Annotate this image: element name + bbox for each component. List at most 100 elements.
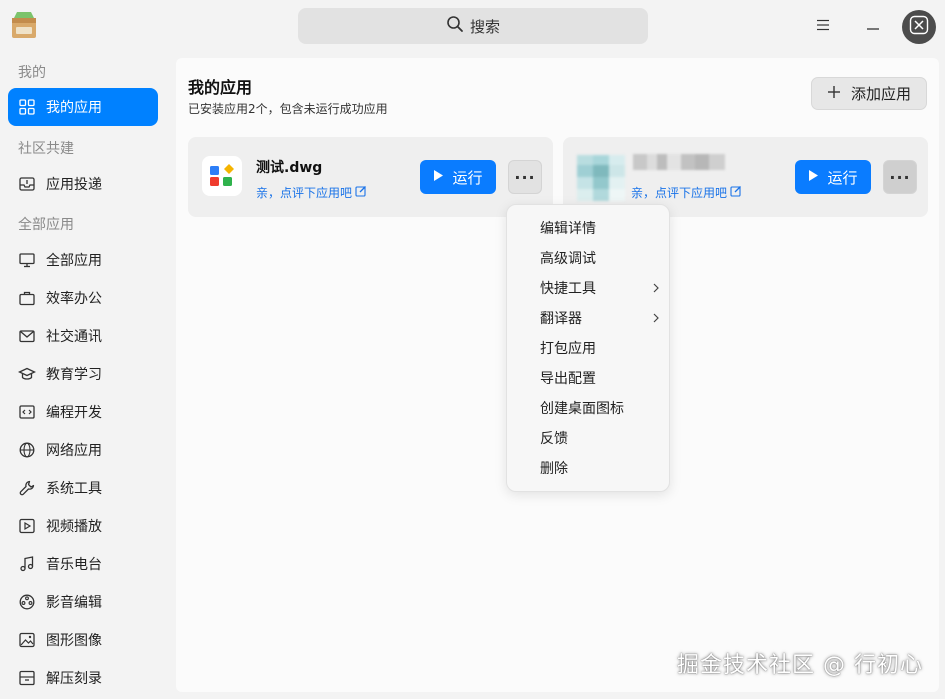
- sidebar-item-label: 图形图像: [46, 633, 102, 649]
- menu-item-advanced-debug[interactable]: 高级调试: [507, 243, 669, 273]
- sidebar-item-label: 解压刻录: [46, 671, 102, 687]
- sidebar-item-music[interactable]: 音乐电台: [8, 545, 158, 583]
- sidebar-item-programming[interactable]: 编程开发: [8, 393, 158, 431]
- menu-item-delete[interactable]: 删除: [507, 453, 669, 483]
- run-label: 运行: [452, 168, 483, 187]
- globe-icon: [19, 442, 35, 458]
- menu-item-label: 反馈: [540, 431, 568, 447]
- menu-item-create-desktop-icon[interactable]: 创建桌面图标: [507, 393, 669, 423]
- close-button[interactable]: [902, 10, 936, 44]
- code-icon: [19, 405, 35, 419]
- menu-item-translator[interactable]: 翻译器: [507, 303, 669, 333]
- search-icon: [446, 15, 464, 37]
- play-icon: [19, 518, 35, 534]
- sidebar-item-label: 视频播放: [46, 519, 102, 535]
- music-icon: [20, 556, 34, 572]
- run-button[interactable]: 运行: [420, 160, 496, 194]
- sidebar-item-my-apps[interactable]: 我的应用: [8, 88, 158, 126]
- play-icon: [808, 168, 819, 186]
- app-card: 测试.dwg 亲，点评下应用吧 运行 ···: [188, 137, 553, 217]
- app-store-icon: [10, 10, 38, 40]
- chevron-right-icon: [651, 280, 661, 296]
- more-options-button[interactable]: ···: [883, 160, 917, 194]
- add-app-label: 添加应用: [850, 85, 911, 103]
- page-title: 我的应用: [188, 78, 253, 97]
- menu-icon: [816, 16, 830, 35]
- sidebar-item-label: 我的应用: [46, 100, 102, 116]
- menu-item-label: 删除: [540, 461, 568, 477]
- app-icon: [202, 156, 242, 196]
- minimize-button[interactable]: [860, 12, 886, 38]
- app-icon-obscured: [577, 155, 625, 201]
- image-icon: [19, 632, 35, 648]
- menu-item-label: 翻译器: [540, 311, 582, 327]
- sidebar-item-label: 教育学习: [46, 367, 102, 383]
- sidebar-item-graphics[interactable]: 图形图像: [8, 621, 158, 659]
- app-name: 测试.dwg: [256, 160, 323, 176]
- watermark: 掘金技术社区 @ 行初心: [677, 653, 923, 678]
- sidebar-item-label: 效率办公: [46, 291, 102, 307]
- sidebar-item-label: 音乐电台: [46, 557, 102, 573]
- sidebar-item-archive[interactable]: 解压刻录: [8, 659, 158, 697]
- sidebar-item-submit-app[interactable]: 应用投递: [8, 165, 158, 203]
- sidebar-item-video[interactable]: 视频播放: [8, 507, 158, 545]
- wrench-icon: [19, 480, 35, 496]
- run-button[interactable]: 运行: [795, 160, 871, 194]
- menu-item-label: 导出配置: [540, 371, 596, 387]
- briefcase-icon: [19, 291, 35, 306]
- chevron-right-icon: [651, 310, 661, 326]
- menu-item-label: 高级调试: [540, 251, 596, 267]
- menu-button[interactable]: [810, 12, 836, 38]
- context-menu: 编辑详情 高级调试 快捷工具 翻译器 打包应用 导出配置 创建桌面图标 反馈 删…: [506, 204, 670, 492]
- sidebar-item-network[interactable]: 网络应用: [8, 431, 158, 469]
- menu-item-label: 创建桌面图标: [540, 401, 624, 417]
- add-app-button[interactable]: 添加应用: [811, 77, 927, 110]
- menu-item-export-config[interactable]: 导出配置: [507, 363, 669, 393]
- archive-icon: [19, 670, 35, 686]
- rate-app-label: 亲，点评下应用吧: [256, 186, 353, 200]
- section-label-all-apps: 全部应用: [18, 217, 74, 233]
- sidebar-item-education[interactable]: 教育学习: [8, 355, 158, 393]
- sidebar-item-office[interactable]: 效率办公: [8, 279, 158, 317]
- inbox-icon: [19, 177, 35, 191]
- section-label-community: 社区共建: [18, 141, 74, 157]
- play-icon: [433, 168, 444, 186]
- app-name-obscured: [633, 154, 725, 170]
- menu-item-shortcut-tools[interactable]: 快捷工具: [507, 273, 669, 303]
- more-options-button[interactable]: ···: [508, 160, 542, 194]
- sidebar-item-label: 系统工具: [46, 481, 102, 497]
- sidebar-item-label: 影音编辑: [46, 595, 102, 611]
- section-label-mine: 我的: [18, 65, 46, 81]
- menu-item-feedback[interactable]: 反馈: [507, 423, 669, 453]
- sidebar-item-media-editing[interactable]: 影音编辑: [8, 583, 158, 621]
- menu-item-edit-details[interactable]: 编辑详情: [507, 213, 669, 243]
- sidebar-item-all-apps[interactable]: 全部应用: [8, 241, 158, 279]
- run-label: 运行: [827, 168, 858, 187]
- monitor-icon: [19, 253, 35, 268]
- sidebar-item-social[interactable]: 社交通讯: [8, 317, 158, 355]
- sidebar-item-label: 全部应用: [46, 253, 102, 269]
- sidebar-item-label: 社交通讯: [46, 329, 102, 345]
- search-label: 搜索: [469, 17, 500, 36]
- graduation-cap-icon: [18, 367, 36, 380]
- menu-item-label: 快捷工具: [540, 281, 596, 297]
- sidebar: 我的 我的应用 社区共建 应用投递 全部应用 全部应用 效率办公 社交通讯 教育…: [0, 52, 168, 699]
- search-box[interactable]: 搜索: [298, 8, 648, 44]
- menu-item-label: 编辑详情: [540, 221, 596, 237]
- menu-item-label: 打包应用: [540, 341, 596, 357]
- sidebar-item-label: 应用投递: [46, 177, 102, 193]
- mail-icon: [19, 330, 35, 343]
- sidebar-item-system-tools[interactable]: 系统工具: [8, 469, 158, 507]
- plus-icon: [827, 85, 841, 103]
- rate-app-link[interactable]: 亲，点评下应用吧: [631, 184, 742, 201]
- film-reel-icon: [19, 594, 35, 610]
- close-icon: [909, 15, 929, 39]
- sidebar-item-label: 网络应用: [46, 443, 102, 459]
- edit-icon: [355, 185, 367, 200]
- sidebar-item-label: 编程开发: [46, 405, 102, 421]
- rate-app-label: 亲，点评下应用吧: [631, 186, 728, 200]
- menu-item-package-app[interactable]: 打包应用: [507, 333, 669, 363]
- rate-app-link[interactable]: 亲，点评下应用吧: [256, 184, 367, 201]
- page-subtitle: 已安装应用2个，包含未运行成功应用: [188, 102, 388, 116]
- edit-icon: [730, 185, 742, 200]
